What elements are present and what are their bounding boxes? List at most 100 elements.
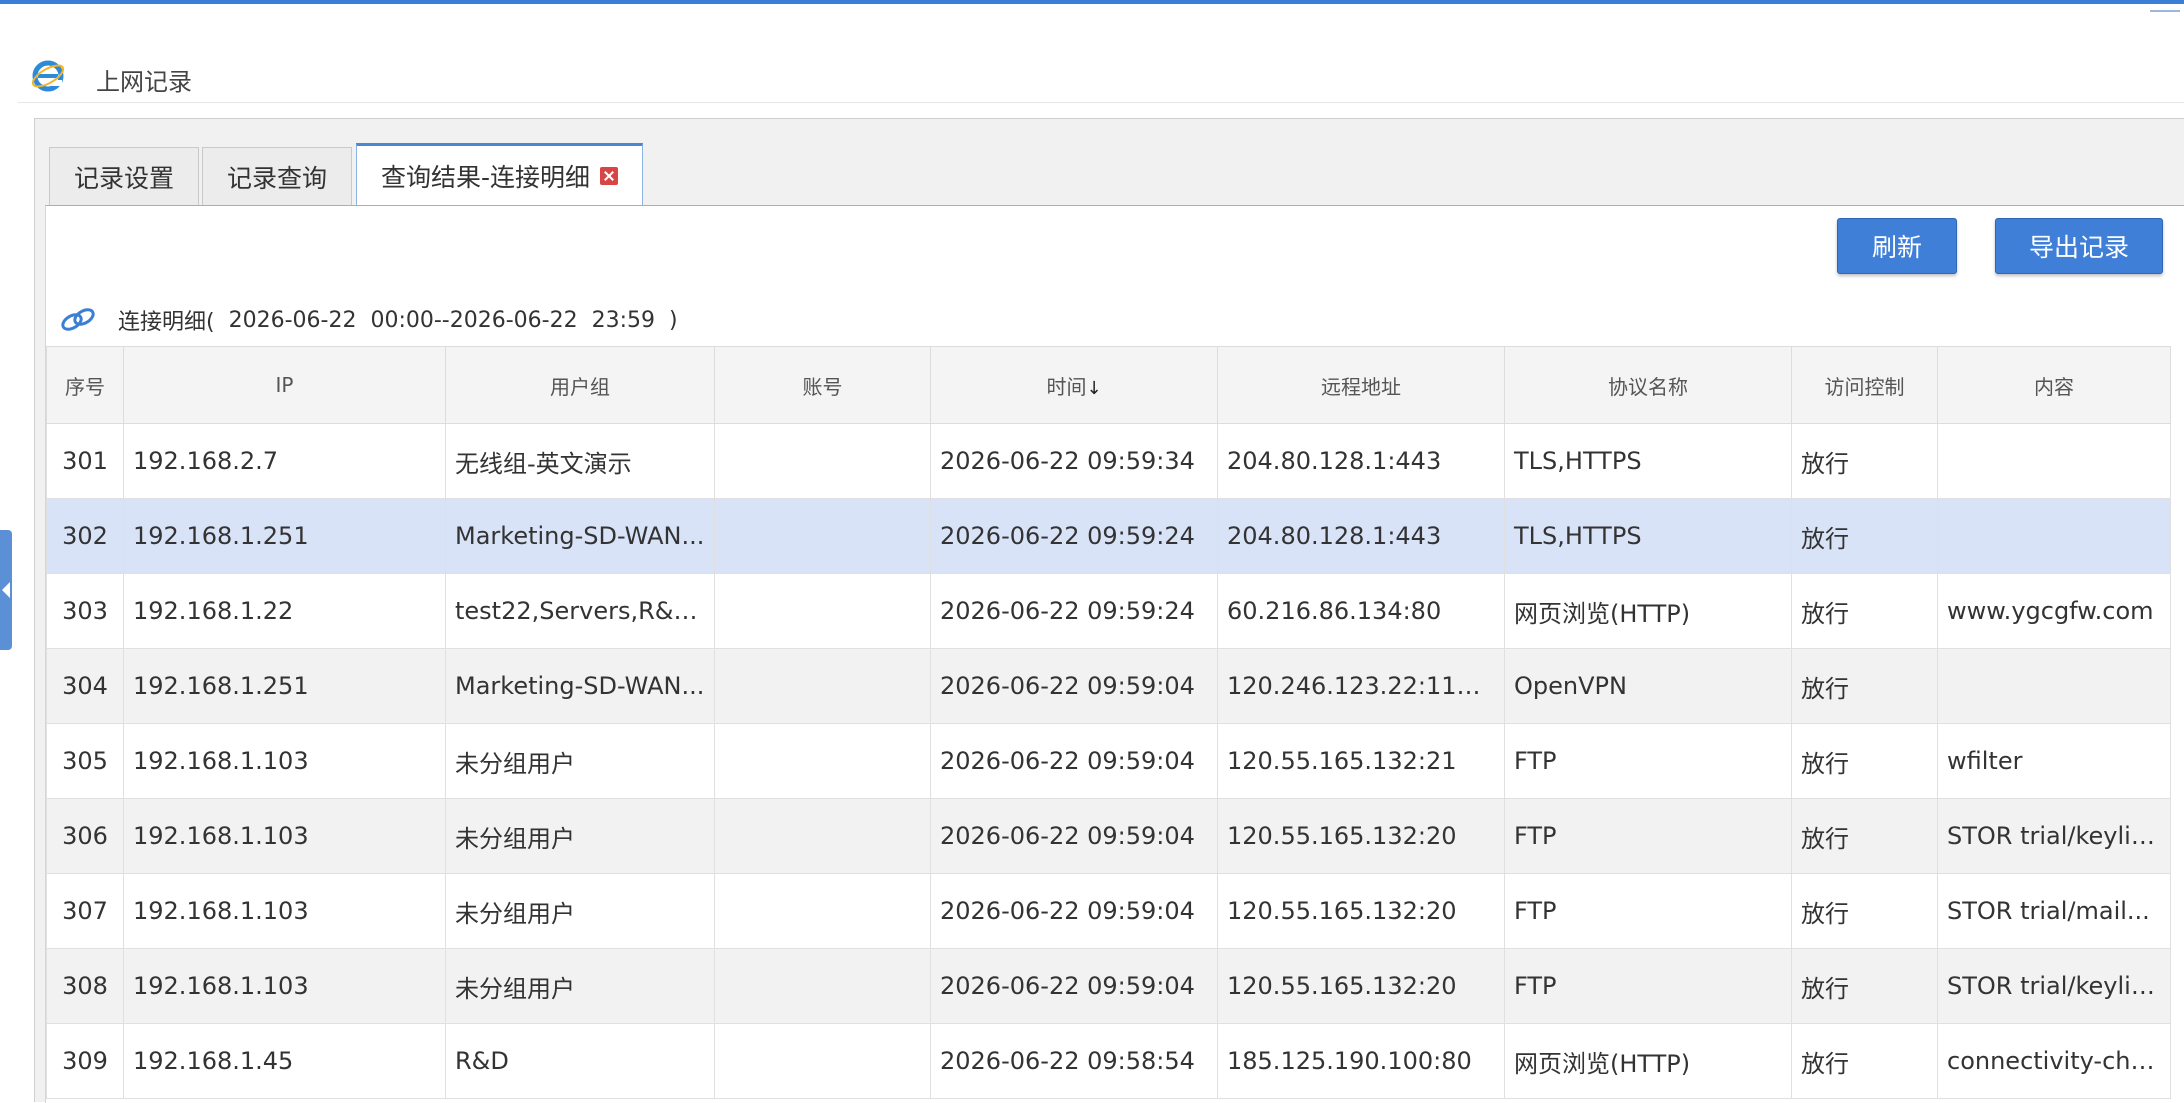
table-row[interactable]: 306 192.168.1.103 未分组用户 2026-06-22 09:59:04… — [46, 798, 2171, 874]
cell-access-control: 放行 — [1791, 423, 1938, 499]
export-records-button[interactable]: 导出记录 — [1995, 218, 2163, 274]
cell-content: STOR trial/mail... — [1937, 873, 2171, 949]
cell-account — [714, 648, 931, 724]
tab-label: 记录设置 — [74, 163, 175, 193]
cell-protocol: FTP — [1504, 723, 1792, 799]
cell-protocol: 网页浏览(HTTP) — [1504, 1023, 1792, 1099]
cell-usergroup: test22,Servers,R&D-... — [445, 573, 715, 649]
cell-seq: 303 — [46, 573, 124, 649]
column-header-remote-address[interactable]: 远程地址 — [1217, 346, 1505, 424]
cell-time: 2026-06-22 09:59:24 — [930, 498, 1218, 574]
cell-access-control: 放行 — [1791, 573, 1938, 649]
chevron-left-icon — [2, 582, 10, 598]
connection-table: 序号 IP 用户组 账号 时间↓ 远程地址 协议名称 访问控制 内容 301 19… — [46, 346, 2171, 1099]
cell-account — [714, 798, 931, 874]
column-header-seq[interactable]: 序号 — [46, 346, 124, 424]
cell-remote-address: 185.125.190.100:80 — [1217, 1023, 1505, 1099]
cell-ip: 192.168.1.103 — [123, 873, 446, 949]
cell-time: 2026-06-22 09:59:04 — [930, 948, 1218, 1024]
cell-ip: 192.168.1.103 — [123, 948, 446, 1024]
cell-access-control: 放行 — [1791, 798, 1938, 874]
column-header-content[interactable]: 内容 — [1937, 346, 2171, 424]
cell-remote-address: 120.55.165.132:21 — [1217, 723, 1505, 799]
table-row[interactable]: 309 192.168.1.45 R&D 2026-06-22 09:58:54 185… — [46, 1023, 2171, 1099]
tab-query-result[interactable]: 查询结果-连接明细 — [356, 143, 644, 205]
cell-ip: 192.168.1.103 — [123, 798, 446, 874]
cell-seq: 301 — [46, 423, 124, 499]
cell-time: 2026-06-22 09:59:24 — [930, 573, 1218, 649]
table-row[interactable]: 308 192.168.1.103 未分组用户 2026-06-22 09:59:04… — [46, 948, 2171, 1024]
cell-remote-address: 120.246.123.22:11194 — [1217, 648, 1505, 724]
subtitle-to-time: 23:59 — [591, 307, 655, 333]
tab-record-settings[interactable]: 记录设置 — [49, 147, 200, 205]
cell-content: STOR trial/keylis... — [1937, 948, 2171, 1024]
column-header-protocol[interactable]: 协议名称 — [1504, 346, 1792, 424]
sidebar-toggle-handle[interactable] — [0, 530, 12, 650]
sort-desc-icon: ↓ — [1086, 377, 1102, 399]
cell-protocol: FTP — [1504, 873, 1792, 949]
cell-ip: 192.168.2.7 — [123, 423, 446, 499]
cell-account — [714, 873, 931, 949]
table-row[interactable]: 305 192.168.1.103 未分组用户 2026-06-22 09:59:04… — [46, 723, 2171, 799]
table-header-row: 序号 IP 用户组 账号 时间↓ 远程地址 协议名称 访问控制 内容 — [46, 346, 2171, 424]
cell-time: 2026-06-22 09:59:04 — [930, 648, 1218, 724]
main-frame: 记录设置 记录查询 查询结果-连接明细 刷新 导出记录 连接明细( 2026-0… — [34, 118, 2184, 1103]
top-accent-line — [0, 0, 2184, 4]
ie-logo-icon — [31, 60, 65, 92]
cell-content: www.ygcgfw.com — [1937, 573, 2171, 649]
column-header-usergroup[interactable]: 用户组 — [445, 346, 715, 424]
cell-ip: 192.168.1.251 — [123, 648, 446, 724]
column-header-time-label: 时间 — [1046, 374, 1087, 399]
page-header: 上网记录 — [18, 50, 2184, 103]
cell-ip: 192.168.1.45 — [123, 1023, 446, 1099]
cell-usergroup: 未分组用户 — [445, 948, 715, 1024]
cell-account — [714, 498, 931, 574]
cell-protocol: TLS,HTTPS — [1504, 498, 1792, 574]
cell-protocol: 网页浏览(HTTP) — [1504, 573, 1792, 649]
cell-account — [714, 573, 931, 649]
cell-usergroup: Marketing-SD-WAN... — [445, 498, 715, 574]
table-row[interactable]: 307 192.168.1.103 未分组用户 2026-06-22 09:59:04… — [46, 873, 2171, 949]
cell-protocol: TLS,HTTPS — [1504, 423, 1792, 499]
refresh-button-label: 刷新 — [1871, 233, 1922, 262]
cell-remote-address: 204.80.128.1:443 — [1217, 423, 1505, 499]
cell-ip: 192.168.1.103 — [123, 723, 446, 799]
cell-remote-address: 204.80.128.1:443 — [1217, 498, 1505, 574]
table-row[interactable]: 303 192.168.1.22 test22,Servers,R&D-... 202… — [46, 573, 2171, 649]
column-header-account[interactable]: 账号 — [714, 346, 931, 424]
cell-access-control: 放行 — [1791, 723, 1938, 799]
cell-remote-address: 60.216.86.134:80 — [1217, 573, 1505, 649]
cell-seq: 309 — [46, 1023, 124, 1099]
page-title: 上网记录 — [96, 68, 192, 96]
connection-detail-heading: 连接明细( 2026-06-22 00:00--2026-06-22 23:59… — [58, 300, 692, 340]
cell-ip: 192.168.1.251 — [123, 498, 446, 574]
cell-remote-address: 120.55.165.132:20 — [1217, 798, 1505, 874]
cell-account — [714, 948, 931, 1024]
cell-ip: 192.168.1.22 — [123, 573, 446, 649]
refresh-button[interactable]: 刷新 — [1837, 218, 1957, 274]
cell-time: 2026-06-22 09:59:04 — [930, 798, 1218, 874]
table-row[interactable]: 301 192.168.2.7 无线组-英文演示 2026-06-22 09:59:3… — [46, 423, 2171, 499]
cell-content — [1937, 648, 2171, 724]
cell-content — [1937, 498, 2171, 574]
cell-access-control: 放行 — [1791, 873, 1938, 949]
cell-access-control: 放行 — [1791, 498, 1938, 574]
column-header-ip[interactable]: IP — [123, 346, 446, 424]
column-header-access-control[interactable]: 访问控制 — [1791, 346, 1938, 424]
tab-record-query[interactable]: 记录查询 — [202, 147, 353, 205]
tab-label: 查询结果-连接明细 — [381, 162, 591, 192]
cell-seq: 307 — [46, 873, 124, 949]
cell-time: 2026-06-22 09:59:04 — [930, 873, 1218, 949]
subtitle-range: 00:00--2026-06-22 — [370, 307, 578, 333]
table-row[interactable]: 304 192.168.1.251 Marketing-SD-WAN... 2026-… — [46, 648, 2171, 724]
close-icon[interactable] — [600, 166, 619, 185]
cell-access-control: 放行 — [1791, 948, 1938, 1024]
table-row[interactable]: 302 192.168.1.251 Marketing-SD-WAN... 2026-… — [46, 498, 2171, 574]
tab-label: 记录查询 — [227, 163, 328, 193]
subtitle-from-date: 2026-06-22 — [228, 307, 357, 333]
cell-usergroup: 未分组用户 — [445, 873, 715, 949]
cell-seq: 305 — [46, 723, 124, 799]
cell-content: wfilter — [1937, 723, 2171, 799]
cell-access-control: 放行 — [1791, 1023, 1938, 1099]
column-header-time[interactable]: 时间↓ — [930, 346, 1218, 424]
